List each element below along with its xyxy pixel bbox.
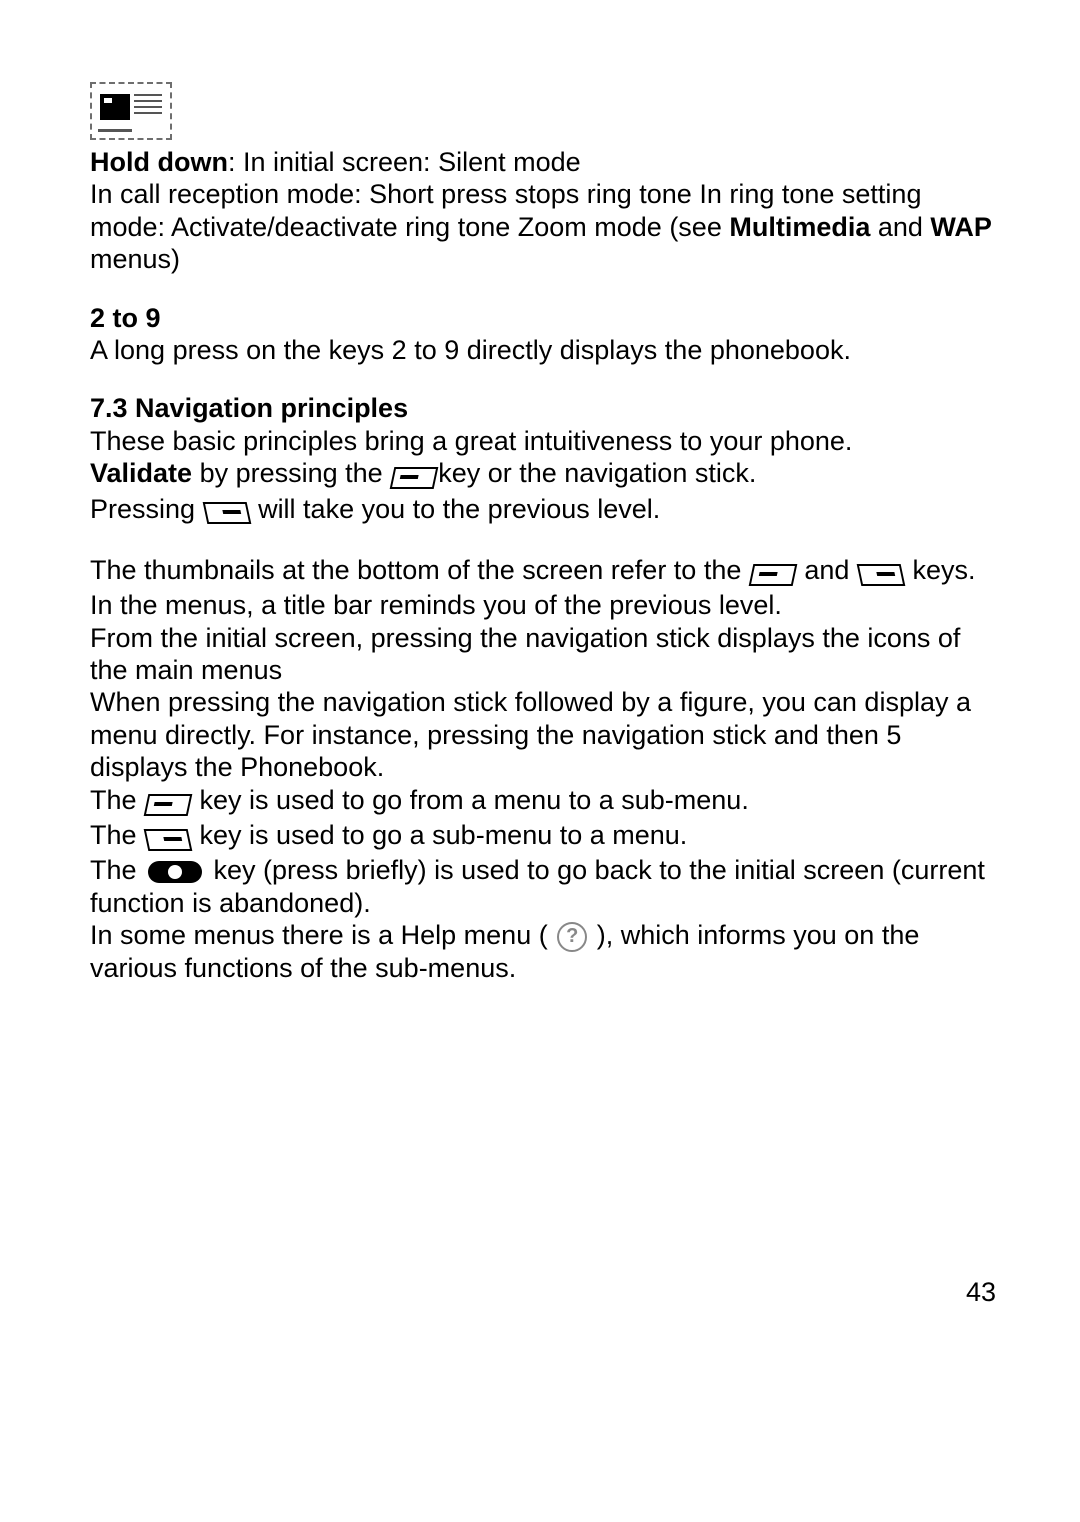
the-text-3: The <box>90 855 144 885</box>
hold-down-label: Hold down <box>90 147 228 177</box>
hold-down-text: : In initial screen: Silent mode <box>228 147 581 177</box>
pressing-text-a: Pressing <box>90 494 203 524</box>
page-number: 43 <box>966 1276 996 1308</box>
pressing-text-b: will take you to the previous level. <box>251 494 661 524</box>
and-text: and <box>870 212 930 242</box>
left-softkey-icon <box>144 794 193 816</box>
validate-line: Validate by pressing the key or the navi… <box>90 457 1000 492</box>
initial-screen-line: From the initial screen, pressing the na… <box>90 622 1000 687</box>
thumbnails-line: The thumbnails at the bottom of the scre… <box>90 554 1000 589</box>
the-text-1: The <box>90 785 144 815</box>
right-softkey-icon <box>202 502 251 524</box>
figure-line: When pressing the navigation stick follo… <box>90 686 1000 783</box>
keys-2-to-9-heading: 2 to 9 <box>90 302 1000 334</box>
manual-page: Hold down: In initial screen: Silent mod… <box>0 0 1080 1522</box>
navigation-heading: 7.3 Navigation principles <box>90 392 1000 424</box>
right-softkey-icon <box>144 829 193 851</box>
left-softkey-icon <box>390 467 439 489</box>
left-key-line: The key is used to go from a menu to a s… <box>90 784 1000 819</box>
hold-down-paragraph: Hold down: In initial screen: Silent mod… <box>90 146 1000 178</box>
pressing-line: Pressing will take you to the previous l… <box>90 493 1000 528</box>
navigation-intro: These basic principles bring a great int… <box>90 425 1000 457</box>
thumbs-text-a: The thumbnails at the bottom of the scre… <box>90 555 749 585</box>
hold-down-detail-b: menus) <box>90 244 180 274</box>
right-softkey-icon <box>857 564 906 586</box>
right-key-line: The key is used to go a sub-menu to a me… <box>90 819 1000 854</box>
multimedia-label: Multimedia <box>729 212 870 242</box>
the-text-2: The <box>90 820 144 850</box>
help-question-icon: ? <box>557 922 587 952</box>
thumbs-and-text: and <box>797 555 857 585</box>
end-key-text: key (press briefly) is used to go back t… <box>90 855 985 917</box>
phone-screen-thumbnail-icon <box>90 82 172 140</box>
left-softkey-icon <box>749 564 798 586</box>
validate-text-a: by pressing the <box>192 458 390 488</box>
left-key-text: key is used to go from a menu to a sub-m… <box>192 785 749 815</box>
wap-label: WAP <box>930 212 992 242</box>
end-key-line: The key (press briefly) is used to go ba… <box>90 854 1000 919</box>
help-menu-line: In some menus there is a Help menu ( ? )… <box>90 919 1000 984</box>
keys-2-to-9-text: A long press on the keys 2 to 9 directly… <box>90 334 1000 366</box>
validate-label: Validate <box>90 458 192 488</box>
help-text-a: In some menus there is a Help menu ( <box>90 920 555 950</box>
hold-down-detail: In call reception mode: Short press stop… <box>90 178 1000 275</box>
thumbs-text-b: keys. <box>905 555 976 585</box>
end-call-key-icon <box>148 861 202 883</box>
title-bar-line: In the menus, a title bar reminds you of… <box>90 589 1000 621</box>
validate-text-b: key or the navigation stick. <box>438 458 756 488</box>
right-key-text: key is used to go a sub-menu to a menu. <box>192 820 687 850</box>
